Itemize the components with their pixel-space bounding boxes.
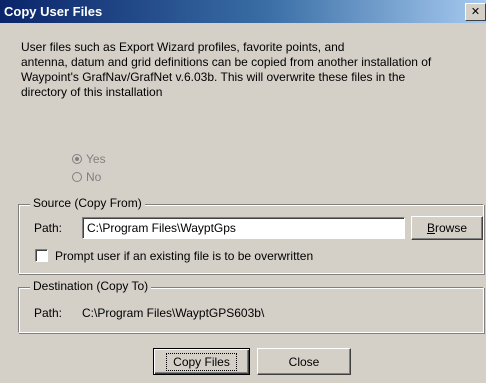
source-path-value: C:\Program Files\WayptGps — [87, 221, 236, 235]
source-path-input[interactable]: C:\Program Files\WayptGps — [82, 217, 405, 239]
close-button-label: Close — [288, 354, 320, 369]
radio-no[interactable]: No — [72, 169, 101, 184]
source-group-label: Source (Copy From) — [30, 196, 145, 210]
window-title: Copy User Files — [4, 4, 103, 19]
browse-button-label: Browse — [426, 221, 468, 235]
close-window-button[interactable]: ✕ — [465, 3, 486, 21]
radio-no-indicator[interactable] — [72, 171, 82, 182]
close-button[interactable]: Close — [257, 348, 351, 375]
close-icon: ✕ — [470, 5, 481, 18]
source-path-label: Path: — [34, 221, 63, 235]
prompt-overwrite-label: Prompt user if an existing file is to be… — [55, 249, 314, 263]
destination-group-label: Destination (Copy To) — [30, 279, 152, 293]
copy-user-files-dialog: Copy User Files ✕ User files such as Exp… — [0, 0, 486, 383]
destination-path-value: C:\Program Files\WayptGPS603b\ — [82, 306, 265, 320]
radio-yes-label: Yes — [86, 151, 106, 166]
radio-yes[interactable]: Yes — [72, 151, 106, 166]
destination-path-label: Path: — [34, 306, 63, 320]
title-bar[interactable]: Copy User Files — [0, 0, 486, 23]
browse-button[interactable]: Browse — [411, 216, 483, 240]
copy-files-button[interactable]: Copy Files — [153, 348, 250, 375]
radio-no-label: No — [86, 169, 102, 184]
copy-files-label: Copy Files — [166, 352, 237, 371]
prompt-overwrite-checkbox[interactable] — [35, 249, 48, 262]
radio-yes-indicator[interactable] — [72, 153, 82, 164]
description-text: User files such as Export Wizard profile… — [21, 40, 432, 99]
